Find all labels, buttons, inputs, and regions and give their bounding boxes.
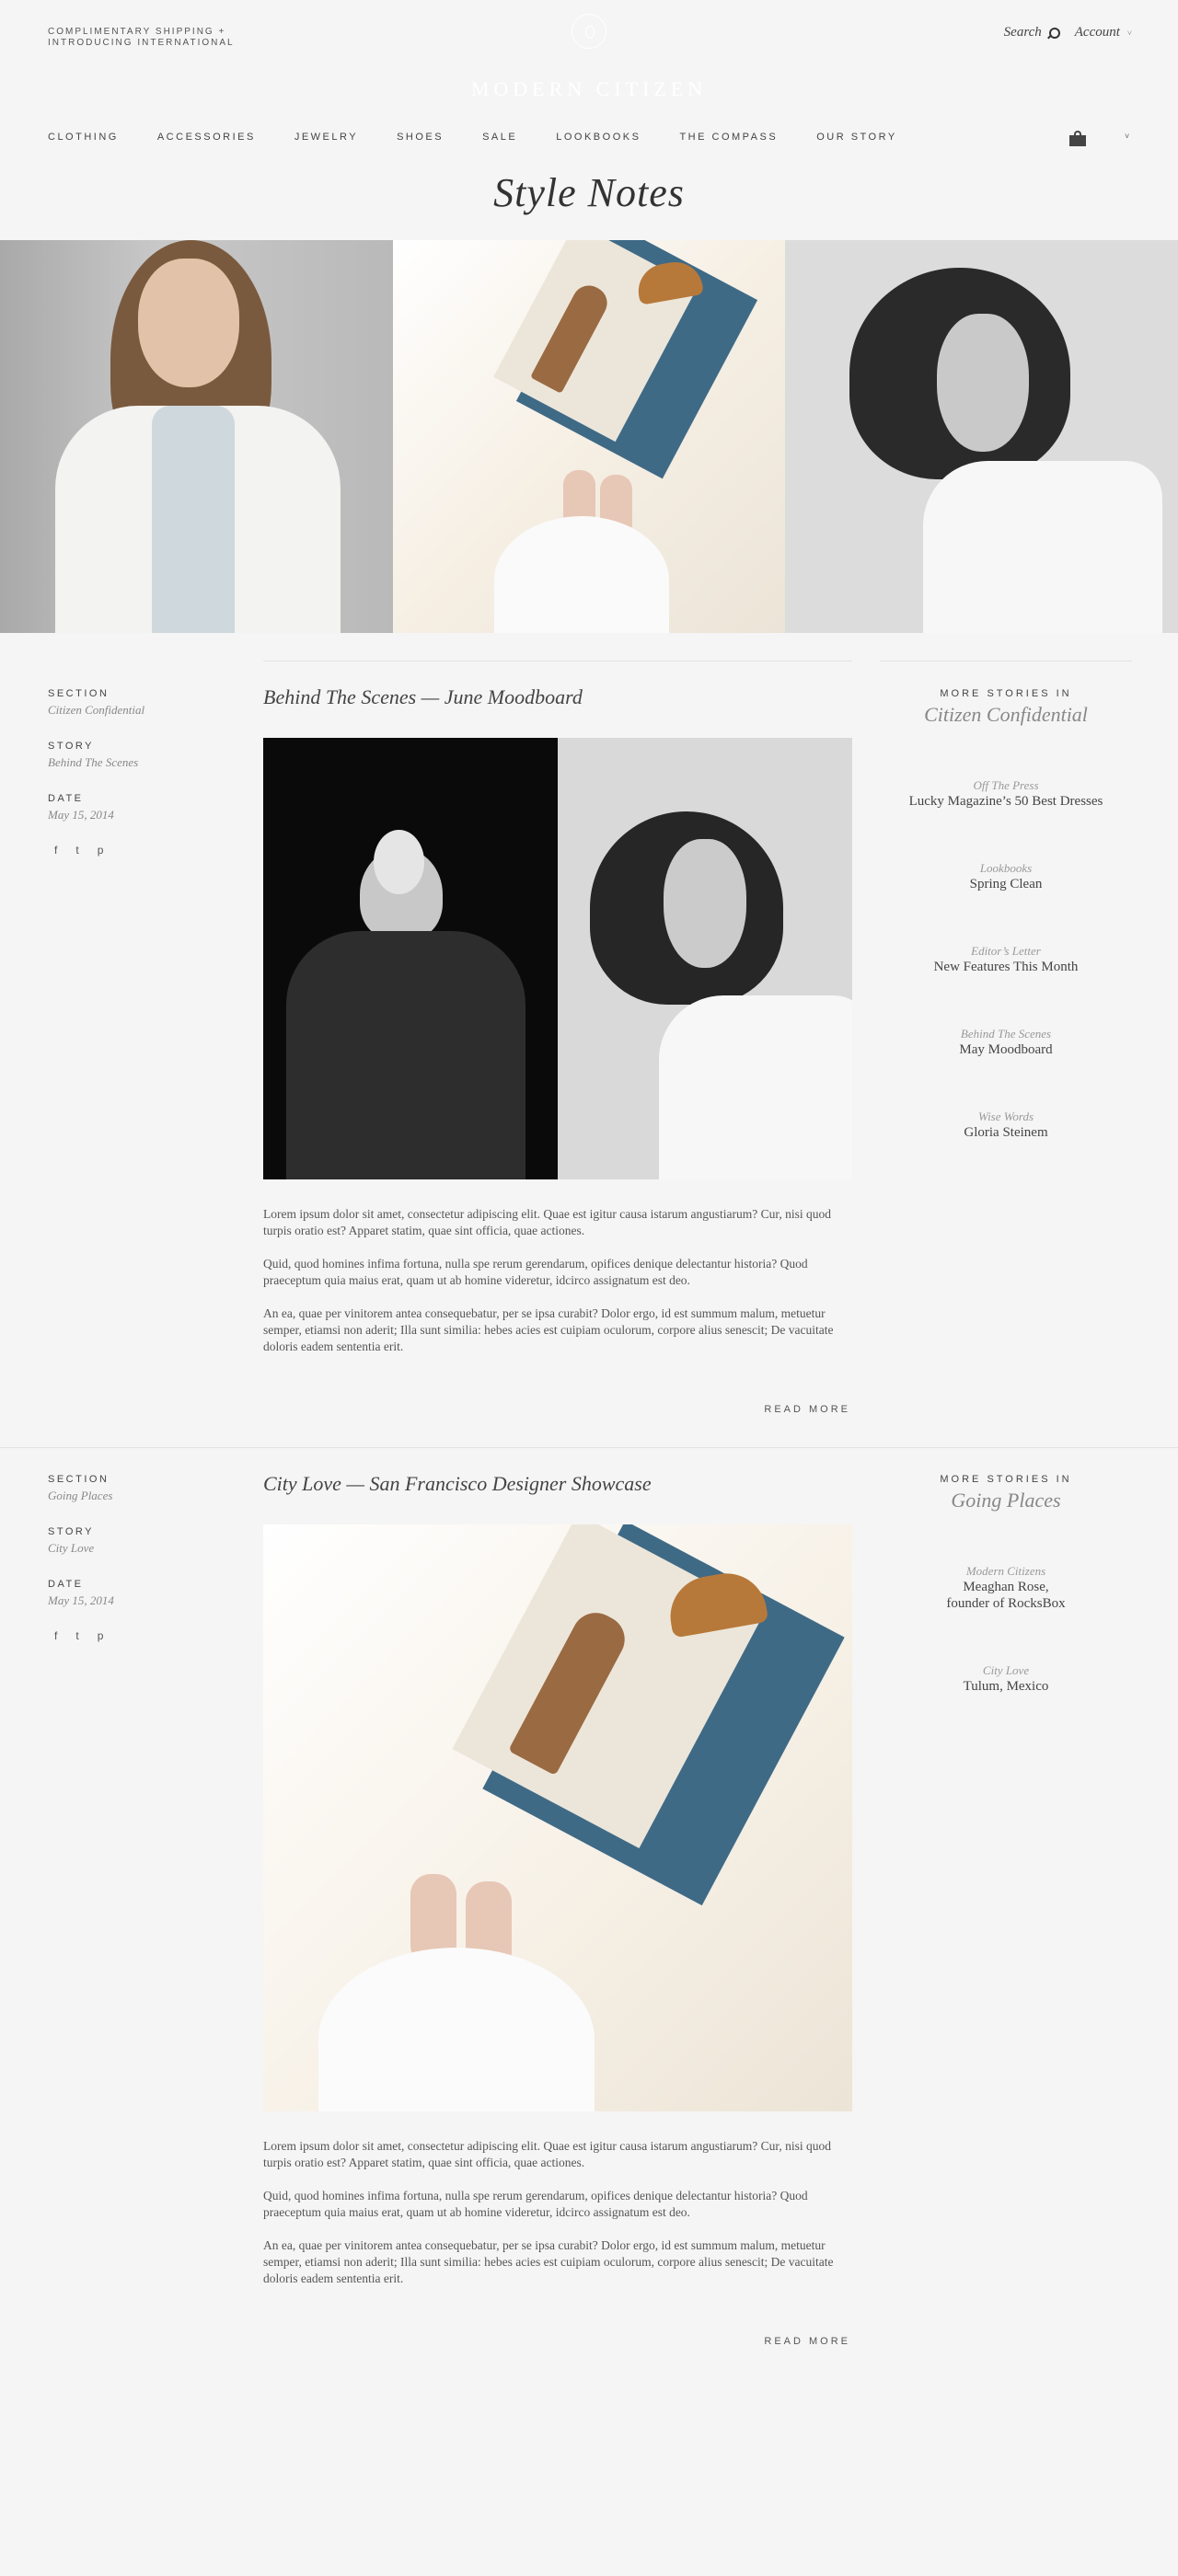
promo-line-2: INTRODUCING INTERNATIONAL xyxy=(48,38,235,48)
article-title[interactable]: City Love — San Francisco Designer Showc… xyxy=(263,1472,652,1496)
hero-image-magazines-shoes[interactable] xyxy=(393,240,785,633)
story-title-line-2: founder of RocksBox xyxy=(946,1596,1066,1611)
more-stories-section[interactable]: Going Places xyxy=(880,1489,1132,1512)
nav-item-jewelry[interactable]: JEWELRY xyxy=(294,132,358,143)
more-stories: MORE STORIES IN Going Places Modern Citi… xyxy=(880,1474,1132,1704)
more-stories-label: MORE STORIES IN xyxy=(940,688,1072,699)
section-label: SECTION xyxy=(48,688,110,699)
search-button[interactable]: Search xyxy=(1003,25,1060,40)
story-label: STORY xyxy=(48,1526,94,1537)
nav-item-clothing[interactable]: CLOTHING xyxy=(48,132,119,143)
hero-image-model-curly-hair[interactable] xyxy=(785,240,1178,633)
story-value[interactable]: City Love xyxy=(48,1541,232,1556)
shopping-bag-icon[interactable] xyxy=(1069,131,1086,146)
article-meta: SECTION Citizen Confidential STORY Behin… xyxy=(48,688,232,857)
date-value: May 15, 2014 xyxy=(48,808,114,822)
article-title[interactable]: Behind The Scenes — June Moodboard xyxy=(263,685,583,709)
story-category: Behind The Scenes xyxy=(960,1027,1052,1041)
facebook-icon[interactable]: f xyxy=(54,844,57,857)
article-body: Lorem ipsum dolor sit amet, consectetur … xyxy=(263,2138,852,2304)
pinterest-icon[interactable]: p xyxy=(98,1629,104,1642)
share-links: f t p xyxy=(48,844,232,857)
more-stories: MORE STORIES IN Citizen Confidential Off… xyxy=(880,688,1132,1148)
more-story-item[interactable]: Wise Words Gloria Steinem xyxy=(880,1110,1132,1141)
more-stories-label: MORE STORIES IN xyxy=(940,1474,1072,1485)
utility-nav: Search Account ˅ xyxy=(1004,25,1132,40)
article-image-moodboard[interactable] xyxy=(263,738,852,1179)
account-label: Account xyxy=(1074,25,1120,40)
date-label: DATE xyxy=(48,793,84,804)
twitter-icon[interactable]: t xyxy=(75,844,78,857)
chevron-down-icon: ˅ xyxy=(1126,29,1132,38)
more-story-item[interactable]: City Love Tulum, Mexico xyxy=(880,1663,1132,1695)
story-value[interactable]: Behind The Scenes xyxy=(48,755,232,770)
twitter-icon[interactable]: t xyxy=(75,1629,78,1642)
read-more-link[interactable]: READ MORE xyxy=(764,1404,850,1415)
logo-icon[interactable] xyxy=(572,14,606,49)
more-story-item[interactable]: Off The Press Lucky Magazine’s 50 Best D… xyxy=(880,778,1132,810)
search-icon xyxy=(1047,27,1060,39)
page-title: Style Notes xyxy=(493,170,685,215)
article-paragraph: Quid, quod homines infima fortuna, nulla… xyxy=(263,1257,808,1287)
story-title: Spring Clean xyxy=(969,877,1043,891)
date-value: May 15, 2014 xyxy=(48,1593,114,1607)
story-category: Lookbooks xyxy=(979,861,1033,875)
nav-item-shoes[interactable]: SHOES xyxy=(397,132,444,143)
story-label: STORY xyxy=(48,741,94,752)
nav-item-the-compass[interactable]: THE COMPASS xyxy=(679,132,778,143)
story-category: City Love xyxy=(982,1663,1030,1677)
share-links: f t p xyxy=(48,1629,232,1642)
section-value[interactable]: Going Places xyxy=(48,1489,232,1503)
read-more-link[interactable]: READ MORE xyxy=(764,2336,850,2347)
article-paragraph: Lorem ipsum dolor sit amet, consectetur … xyxy=(263,2139,831,2169)
article-paragraph: Quid, quod homines infima fortuna, nulla… xyxy=(263,2189,808,2219)
article-paragraph: Lorem ipsum dolor sit amet, consectetur … xyxy=(263,1207,831,1237)
story-title: Lucky Magazine’s 50 Best Dresses xyxy=(908,794,1103,809)
more-story-item[interactable]: Behind The Scenes May Moodboard xyxy=(880,1027,1132,1058)
more-story-item[interactable]: Modern Citizens Meaghan Rose, founder of… xyxy=(880,1564,1132,1612)
nav-item-our-story[interactable]: OUR STORY xyxy=(816,132,897,143)
story-title: Gloria Steinem xyxy=(964,1125,1048,1140)
nav-item-sale[interactable]: SALE xyxy=(482,132,517,143)
search-label: Search xyxy=(1003,25,1042,40)
date-label: DATE xyxy=(48,1579,84,1590)
story-category: Wise Words xyxy=(977,1110,1034,1123)
story-category: Modern Citizens xyxy=(965,1564,1046,1578)
story-category: Off The Press xyxy=(973,778,1039,792)
bag-chevron-down-icon[interactable]: ˅ xyxy=(1125,132,1129,141)
section-divider xyxy=(0,1447,1178,1448)
article-body: Lorem ipsum dolor sit amet, consectetur … xyxy=(263,1206,852,1372)
site-wordmark[interactable]: MODERN CITIZEN xyxy=(0,77,1178,101)
section-value[interactable]: Citizen Confidential xyxy=(48,703,232,718)
more-stories-section[interactable]: Citizen Confidential xyxy=(880,703,1132,727)
more-story-item[interactable]: Editor’s Letter New Features This Month xyxy=(880,944,1132,975)
story-category: Editor’s Letter xyxy=(971,944,1041,958)
hero-image-model-white-vest[interactable] xyxy=(0,240,393,633)
main-nav: CLOTHING ACCESSORIES JEWELRY SHOES SALE … xyxy=(48,132,936,143)
story-title: May Moodboard xyxy=(959,1042,1053,1057)
article-paragraph: An ea, quae per vinitorem antea conseque… xyxy=(263,1306,834,1353)
story-title: Meaghan Rose, xyxy=(963,1580,1049,1594)
more-story-item[interactable]: Lookbooks Spring Clean xyxy=(880,861,1132,892)
account-menu[interactable]: Account ˅ xyxy=(1075,25,1132,40)
nav-item-accessories[interactable]: ACCESSORIES xyxy=(157,132,256,143)
story-title: New Features This Month xyxy=(933,960,1079,974)
promo-line-1: COMPLIMENTARY SHIPPING + xyxy=(48,27,226,37)
promo-banner[interactable]: COMPLIMENTARY SHIPPING + INTRODUCING INT… xyxy=(48,27,287,49)
article-meta: SECTION Going Places STORY City Love DAT… xyxy=(48,1474,232,1642)
story-title: Tulum, Mexico xyxy=(963,1679,1049,1694)
section-label: SECTION xyxy=(48,1474,110,1485)
facebook-icon[interactable]: f xyxy=(54,1629,57,1642)
article-paragraph: An ea, quae per vinitorem antea conseque… xyxy=(263,2238,834,2285)
hero-banner xyxy=(0,240,1178,633)
pinterest-icon[interactable]: p xyxy=(98,844,104,857)
nav-item-lookbooks[interactable]: LOOKBOOKS xyxy=(556,132,641,143)
article-image-magazines-shoes[interactable] xyxy=(263,1524,852,2111)
